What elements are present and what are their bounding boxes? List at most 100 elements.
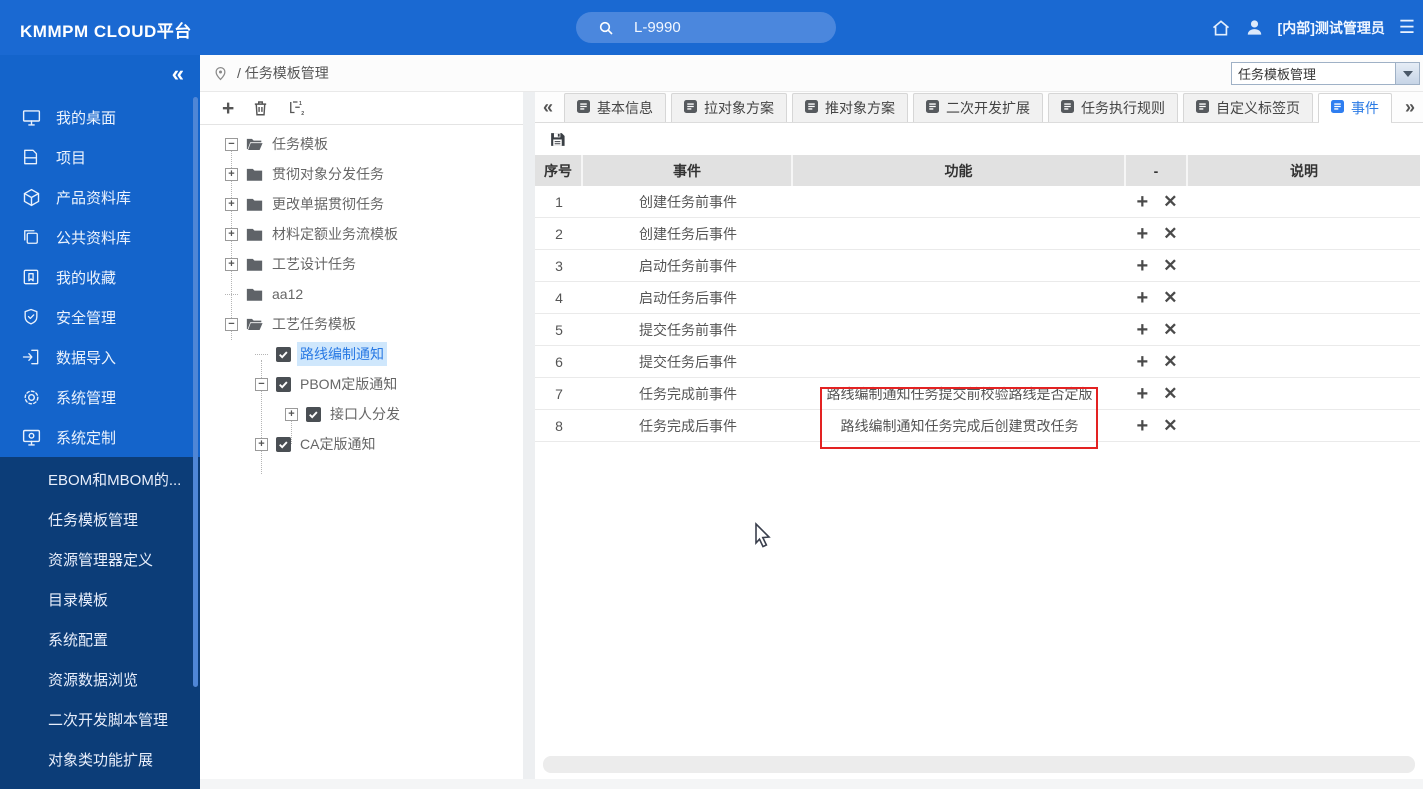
collapse-node-icon[interactable]: −: [255, 377, 268, 391]
add-function-icon[interactable]: +: [1137, 352, 1149, 372]
collapse-node-icon[interactable]: −: [225, 137, 238, 151]
add-function-icon[interactable]: +: [1137, 320, 1149, 340]
cell-event: 提交任务前事件: [639, 321, 737, 338]
remove-function-icon[interactable]: ✕: [1163, 321, 1177, 338]
add-function-icon[interactable]: +: [1137, 288, 1149, 308]
order-level-icon[interactable]: 12: [287, 99, 305, 117]
add-function-icon[interactable]: +: [1137, 416, 1149, 436]
expand-node-icon[interactable]: +: [225, 167, 238, 181]
cell-actions: + ✕: [1126, 282, 1188, 313]
events-toolbar: [535, 123, 1423, 155]
sidebar-item-system-custom[interactable]: 系统定制: [0, 417, 200, 457]
sidebar-item-label: 我的收藏: [56, 269, 117, 287]
user-icon[interactable]: [1245, 18, 1264, 37]
add-function-icon[interactable]: +: [1137, 224, 1149, 244]
tree-node[interactable]: + 贯彻对象分发任务: [200, 159, 523, 189]
tab-events[interactable]: 事件: [1318, 93, 1392, 123]
tree-node[interactable]: − PBOM定版通知: [200, 369, 523, 399]
tab-custom-page[interactable]: 自定义标签页: [1183, 93, 1313, 122]
favorites-icon: [20, 266, 42, 288]
cell-actions: + ✕: [1126, 250, 1188, 281]
collapse-node-icon[interactable]: −: [225, 317, 238, 331]
sidebar-item-data-import[interactable]: 数据导入: [0, 337, 200, 377]
checked-node-icon[interactable]: [276, 376, 291, 392]
tab-pull-object[interactable]: 拉对象方案: [671, 93, 787, 122]
tree-node[interactable]: − 任务模板: [200, 129, 523, 159]
sidebar-collapse-icon[interactable]: «: [172, 63, 184, 85]
remove-function-icon[interactable]: ✕: [1163, 385, 1177, 402]
add-function-icon[interactable]: +: [1137, 192, 1149, 212]
breadcrumb: / 任务模板管理: [237, 65, 329, 81]
sidebar-subitem-system-config[interactable]: 系统配置: [0, 619, 200, 659]
folder-open-icon: [246, 137, 263, 151]
search-icon: [599, 21, 613, 35]
tab-exec-rules[interactable]: 任务执行规则: [1048, 93, 1178, 122]
cell-function: 路线编制通知任务完成后创建贯改任务: [840, 417, 1079, 434]
sidebar-subitem-task-template[interactable]: 任务模板管理: [0, 499, 200, 539]
add-function-icon[interactable]: +: [1137, 256, 1149, 276]
project-icon: [20, 146, 42, 168]
remove-function-icon[interactable]: ✕: [1163, 257, 1177, 274]
remove-function-icon[interactable]: ✕: [1163, 289, 1177, 306]
sidebar-item-desktop[interactable]: 我的桌面: [0, 97, 200, 137]
remove-function-icon[interactable]: ✕: [1163, 225, 1177, 242]
delete-node-icon[interactable]: [252, 99, 269, 117]
expand-node-icon[interactable]: +: [225, 197, 238, 211]
expand-node-icon[interactable]: +: [285, 407, 298, 421]
checked-node-icon[interactable]: [306, 406, 321, 422]
tree-node[interactable]: aa12: [200, 279, 523, 309]
sidebar-subitem-object-extension[interactable]: 对象类功能扩展: [0, 739, 200, 779]
expand-node-icon[interactable]: +: [225, 257, 238, 271]
search-input[interactable]: L-9990: [634, 19, 681, 36]
module-select[interactable]: 任务模板管理: [1231, 62, 1420, 85]
tab-doc-icon: [1196, 100, 1209, 116]
horizontal-scrollbar[interactable]: [543, 756, 1415, 773]
checked-node-icon[interactable]: [276, 346, 291, 362]
add-function-icon[interactable]: +: [1137, 384, 1149, 404]
tab-basic-info[interactable]: 基本信息: [564, 93, 666, 122]
cell-actions: + ✕: [1126, 410, 1188, 441]
tree-node[interactable]: − 工艺任务模板: [200, 309, 523, 339]
chevron-down-icon[interactable]: [1395, 63, 1419, 84]
global-search[interactable]: L-9990: [576, 12, 836, 43]
tree-node[interactable]: + 材料定额业务流模板: [200, 219, 523, 249]
tab-secondary-dev[interactable]: 二次开发扩展: [913, 93, 1043, 122]
tabs-scroll-right-icon[interactable]: »: [1399, 93, 1421, 122]
sidebar-subitem-ebom-mbom[interactable]: EBOM和MBOM的...: [0, 459, 200, 499]
sidebar-item-label: 产品资料库: [56, 189, 132, 207]
checked-node-icon[interactable]: [276, 436, 291, 452]
remove-function-icon[interactable]: ✕: [1163, 353, 1177, 370]
save-icon[interactable]: [549, 131, 566, 148]
current-user-label: [内部]测试管理员: [1277, 19, 1385, 36]
add-node-icon[interactable]: +: [222, 98, 234, 119]
tab-push-object[interactable]: 推对象方案: [792, 93, 908, 122]
sidebar-subitem-script-manage[interactable]: 二次开发脚本管理: [0, 699, 200, 739]
sidebar-item-favorites[interactable]: 我的收藏: [0, 257, 200, 297]
scrollbar-thumb[interactable]: [543, 756, 1415, 773]
sidebar-item-system-manage[interactable]: 系统管理: [0, 377, 200, 417]
tree-node[interactable]: + CA定版通知: [200, 429, 523, 459]
sidebar-item-product-library[interactable]: 产品资料库: [0, 177, 200, 217]
remove-function-icon[interactable]: ✕: [1163, 417, 1177, 434]
menu-icon[interactable]: ☰: [1399, 17, 1415, 38]
sidebar-subitem-resource-browse[interactable]: 资源数据浏览: [0, 659, 200, 699]
expand-node-icon[interactable]: +: [225, 227, 238, 241]
home-icon[interactable]: [1211, 18, 1231, 38]
tree-node[interactable]: + 接口人分发: [200, 399, 523, 429]
table-header: 序号 事件 功能 - 说明: [535, 155, 1420, 186]
tree-node[interactable]: + 工艺设计任务: [200, 249, 523, 279]
sidebar-item-label: 我的桌面: [56, 109, 117, 127]
remove-function-icon[interactable]: ✕: [1163, 193, 1177, 210]
sidebar-item-security[interactable]: 安全管理: [0, 297, 200, 337]
sidebar-item-project[interactable]: 项目: [0, 137, 200, 177]
tree-node-selected[interactable]: 路线编制通知: [200, 339, 523, 369]
sidebar-item-public-library[interactable]: 公共资料库: [0, 217, 200, 257]
tabs-scroll-left-icon[interactable]: «: [537, 93, 559, 122]
sidebar-subitem-resource-manager[interactable]: 资源管理器定义: [0, 539, 200, 579]
tree-node[interactable]: + 更改单据贯彻任务: [200, 189, 523, 219]
sidebar-subitem-catalog-template[interactable]: 目录模板: [0, 579, 200, 619]
sidebar-scrollbar[interactable]: [193, 97, 198, 687]
expand-node-icon[interactable]: +: [255, 437, 268, 451]
table-row: 8 任务完成后事件 路线编制通知任务完成后创建贯改任务 + ✕: [535, 410, 1420, 442]
cell-description: [1188, 186, 1420, 217]
